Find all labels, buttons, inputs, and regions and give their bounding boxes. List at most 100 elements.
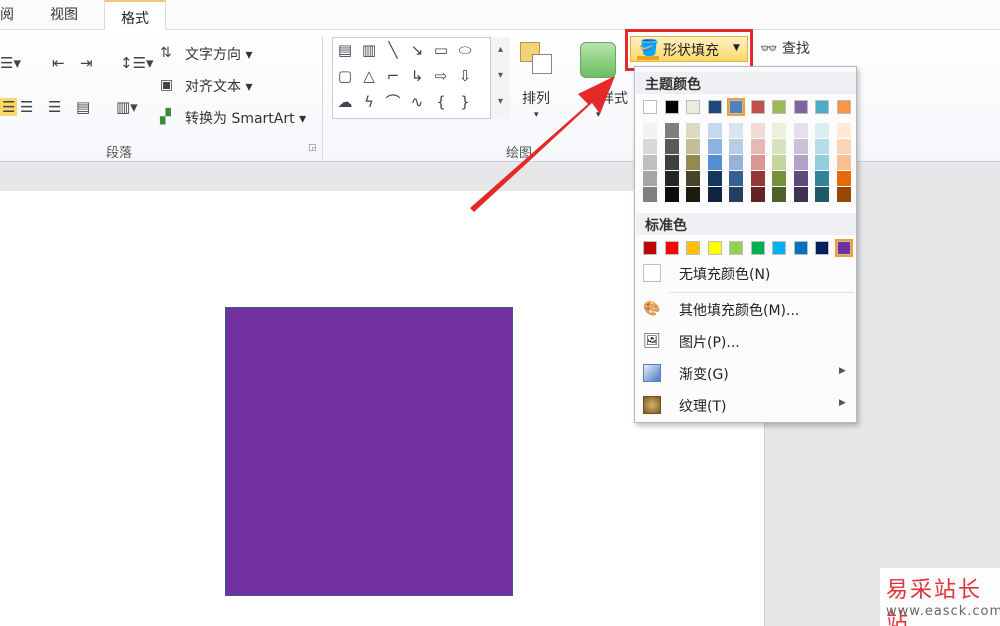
theme-tint-swatch[interactable]	[643, 139, 657, 154]
align-right-icon[interactable]: ☰	[48, 98, 61, 116]
elbow-connector-shape-icon[interactable]: ⌐	[384, 68, 402, 84]
standard-color-swatch[interactable]	[834, 239, 853, 257]
theme-tint-swatch[interactable]	[686, 123, 700, 138]
theme-tint-swatch[interactable]	[772, 187, 786, 202]
theme-tint-swatch[interactable]	[836, 155, 851, 170]
theme-tint-swatch[interactable]	[750, 171, 765, 186]
rectangle-shape-icon[interactable]: ▭	[432, 42, 450, 58]
theme-tint-swatch[interactable]	[793, 123, 808, 138]
theme-color-swatch[interactable]	[686, 100, 700, 114]
theme-tint-swatch[interactable]	[664, 123, 679, 138]
bullets-icon[interactable]: ☰▾	[0, 54, 21, 72]
picture-fill-item[interactable]: 🖼 图片(P)...	[635, 327, 856, 355]
theme-tint-swatch[interactable]	[793, 187, 808, 202]
standard-color-swatch[interactable]	[815, 241, 829, 255]
standard-color-swatch[interactable]	[664, 241, 679, 255]
theme-color-swatch[interactable]	[793, 100, 808, 114]
arrange-icon[interactable]	[520, 42, 556, 78]
right-arrow-shape-icon[interactable]: ⇨	[432, 68, 450, 84]
quick-styles-icon[interactable]	[580, 42, 616, 78]
theme-color-swatch[interactable]	[772, 100, 786, 114]
theme-tint-swatch[interactable]	[772, 155, 786, 170]
elbow-arrow-shape-icon[interactable]: ↳	[408, 68, 426, 84]
theme-tint-swatch[interactable]	[686, 139, 700, 154]
theme-tint-swatch[interactable]	[815, 171, 829, 186]
theme-tint-swatch[interactable]	[836, 139, 851, 154]
left-brace-shape-icon[interactable]: {	[432, 94, 450, 110]
standard-color-swatch[interactable]	[707, 241, 722, 255]
theme-tint-swatch[interactable]	[686, 187, 700, 202]
cloud-shape-icon[interactable]: ☁	[336, 94, 354, 110]
justify-icon[interactable]: ▤	[76, 98, 90, 116]
theme-tint-swatch[interactable]	[664, 155, 679, 170]
standard-color-swatch[interactable]	[750, 241, 765, 255]
theme-tint-swatch[interactable]	[836, 187, 851, 202]
rounded-rectangle-shape-icon[interactable]: ▢	[336, 68, 354, 84]
theme-tint-swatch[interactable]	[707, 171, 722, 186]
columns-icon[interactable]: ▥▾	[116, 98, 138, 116]
align-text-button[interactable]: 对齐文本 ▾	[185, 76, 252, 96]
theme-tint-swatch[interactable]	[686, 155, 700, 170]
text-box-shape-icon[interactable]: ▤	[336, 42, 354, 58]
theme-tint-swatch[interactable]	[686, 171, 700, 186]
align-center-icon[interactable]: ☰	[20, 98, 33, 116]
theme-tint-swatch[interactable]	[836, 171, 851, 186]
theme-tint-swatch[interactable]	[750, 155, 765, 170]
theme-tint-swatch[interactable]	[707, 139, 722, 154]
standard-color-swatch[interactable]	[772, 241, 786, 255]
theme-tint-swatch[interactable]	[729, 187, 743, 202]
standard-color-swatch[interactable]	[686, 241, 700, 255]
standard-color-swatch[interactable]	[793, 241, 808, 255]
theme-tint-swatch[interactable]	[643, 187, 657, 202]
theme-tint-swatch[interactable]	[664, 171, 679, 186]
theme-tint-swatch[interactable]	[793, 139, 808, 154]
theme-tint-swatch[interactable]	[772, 123, 786, 138]
line-spacing-icon[interactable]: ↕☰▾	[120, 54, 154, 72]
increase-indent-icon[interactable]: ⇥	[80, 54, 93, 72]
no-fill-item[interactable]: 无填充颜色(N)	[635, 259, 856, 287]
paragraph-dialog-launcher-icon[interactable]: ◲	[308, 143, 317, 153]
theme-tint-swatch[interactable]	[815, 139, 829, 154]
theme-color-swatch[interactable]	[815, 100, 829, 114]
right-brace-shape-icon[interactable]: }	[456, 94, 474, 110]
theme-tint-swatch[interactable]	[643, 155, 657, 170]
theme-tint-swatch[interactable]	[707, 155, 722, 170]
theme-tint-swatch[interactable]	[793, 155, 808, 170]
decrease-indent-icon[interactable]: ⇤	[52, 54, 65, 72]
theme-tint-swatch[interactable]	[750, 123, 765, 138]
theme-tint-swatch[interactable]	[750, 139, 765, 154]
standard-color-swatch[interactable]	[643, 241, 657, 255]
theme-tint-swatch[interactable]	[750, 187, 765, 202]
theme-tint-swatch[interactable]	[772, 139, 786, 154]
theme-color-swatch[interactable]	[643, 100, 657, 114]
quick-styles-button[interactable]: 样式	[600, 88, 628, 108]
theme-tint-swatch[interactable]	[729, 139, 743, 154]
arc-shape-icon[interactable]: ⌒	[384, 94, 402, 110]
theme-color-swatch[interactable]	[750, 100, 765, 114]
tab-view[interactable]: 视图	[50, 4, 78, 24]
curve-shape-icon[interactable]: ∿	[408, 94, 426, 110]
theme-color-swatch[interactable]	[836, 100, 851, 114]
theme-tint-swatch[interactable]	[664, 187, 679, 202]
lightning-shape-icon[interactable]: ϟ	[360, 94, 378, 110]
purple-square-shape[interactable]	[225, 307, 513, 596]
arrange-dropdown-icon[interactable]: ▾	[534, 110, 539, 120]
theme-color-swatch[interactable]	[707, 100, 722, 114]
theme-tint-swatch[interactable]	[729, 123, 743, 138]
theme-tint-swatch[interactable]	[729, 171, 743, 186]
theme-tint-swatch[interactable]	[729, 155, 743, 170]
theme-tint-swatch[interactable]	[643, 171, 657, 186]
theme-tint-swatch[interactable]	[707, 123, 722, 138]
text-direction-button[interactable]: 文字方向 ▾	[185, 44, 252, 64]
theme-color-swatch[interactable]	[664, 100, 679, 114]
theme-tint-swatch[interactable]	[815, 123, 829, 138]
arrange-button[interactable]: 排列	[522, 88, 550, 108]
theme-tint-swatch[interactable]	[772, 171, 786, 186]
align-left-icon[interactable]: ☰	[0, 98, 18, 116]
tab-review[interactable]: 阅	[0, 4, 14, 24]
theme-tint-swatch[interactable]	[664, 139, 679, 154]
quick-styles-dropdown-icon[interactable]: ▾	[596, 110, 601, 120]
theme-tint-swatch[interactable]	[793, 171, 808, 186]
line-shape-icon[interactable]: ╲	[384, 42, 402, 58]
gradient-fill-item[interactable]: 渐变(G) ▶	[635, 359, 856, 387]
